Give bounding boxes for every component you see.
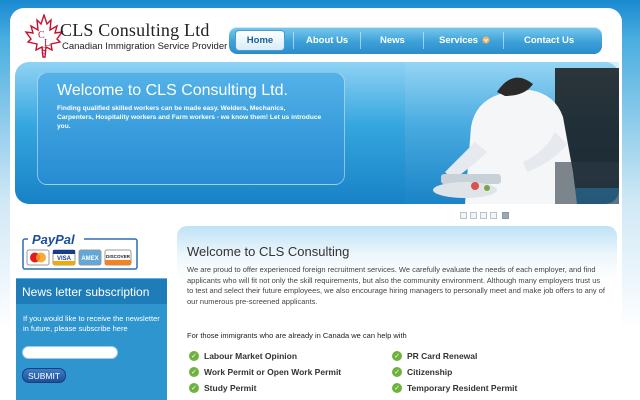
discover-card-icon: DISCOVER [104,249,132,266]
hero-description: Finding qualified skilled workers can be… [57,105,322,130]
nav-item-services-label: Services [439,35,479,46]
nav-item-about-us[interactable]: About Us [306,27,348,54]
slider-dot-2[interactable] [470,212,477,219]
content-paragraph: We are proud to offer experienced foreig… [187,265,606,306]
nav-divider [503,32,504,49]
hero-title: Welcome to CLS Consulting Ltd. [57,82,288,99]
newsletter-email-input[interactable] [22,346,118,359]
nav-divider [293,32,294,49]
service-label: Citizenship [407,367,453,377]
checkmark-icon: ✓ [392,351,402,361]
slider-dot-1[interactable] [460,212,467,219]
maple-leaf-icon: C L S [24,14,64,58]
content-title: Welcome to CLS Consulting [187,244,350,259]
visa-label: VISA [57,256,72,262]
newsletter-title: News letter subscription [22,285,150,299]
services-heading: For those immigrants who are already in … [187,331,407,340]
newsletter-description: If you would like to receive the newslet… [23,314,160,333]
nav-divider [423,32,424,49]
slider-dot-5[interactable] [502,212,509,219]
checkmark-icon: ✓ [392,367,402,377]
checkmark-icon: ✓ [189,383,199,393]
leaf-letter-s: S [41,46,47,57]
site-logo[interactable]: C L S CLS Consulting Ltd Canadian Immigr… [22,13,228,58]
service-label: Study Permit [204,383,257,393]
amex-label: AMEX [81,256,98,262]
nav-item-services[interactable]: Services [439,27,490,54]
dropdown-arrow-icon [482,36,490,44]
checkmark-icon: ✓ [392,383,402,393]
checkmark-icon: ✓ [189,367,199,377]
slider-dot-4[interactable] [490,212,497,219]
visa-card-icon: VISA [52,249,76,266]
checkmark-icon: ✓ [189,351,199,361]
paypal-logo-text: PayPal [32,232,75,247]
logo-subtitle: Canadian Immigration Service Provider [62,41,228,52]
chef-photo [405,62,619,204]
service-label: Labour Market Opinion [204,351,298,361]
nav-item-news[interactable]: News [380,27,405,54]
nav-divider [360,32,361,49]
discover-label: DISCOVER [106,254,131,259]
slider-dot-3[interactable] [480,212,487,219]
service-label: Temporary Resident Permit [407,383,518,393]
nav-item-contact-us[interactable]: Contact Us [524,27,574,54]
mastercard-icon [26,249,50,266]
service-label: Work Permit or Open Work Permit [204,367,342,377]
service-label: PR Card Renewal [407,351,478,361]
page-root: C L S CLS Consulting Ltd Canadian Immigr… [0,0,640,400]
amex-card-icon: AMEX [78,249,102,266]
logo-title: CLS Consulting Ltd [60,20,210,40]
nav-item-home[interactable]: Home [235,30,285,51]
main-nav: Home About Us News Services Contact Us [229,27,602,54]
newsletter-submit-button[interactable]: SUBMIT [22,368,66,383]
paypal-badge[interactable]: PayPal VISA AMEX DISCOVER [22,228,140,270]
